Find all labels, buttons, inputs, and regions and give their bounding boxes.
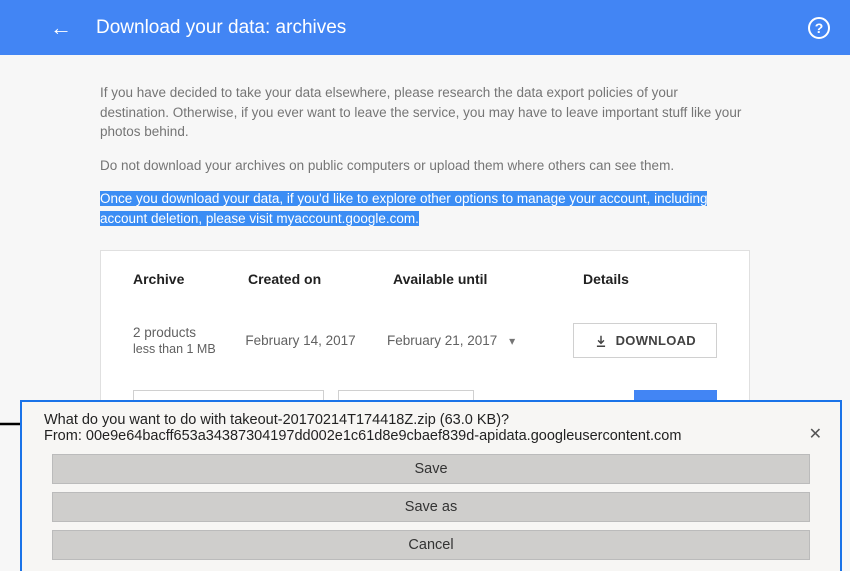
save-button[interactable]: Save (52, 454, 810, 484)
header-bar: ← Download your data: archives ? (0, 0, 850, 55)
intro-paragraph-3: Once you download your data, if you'd li… (100, 189, 750, 228)
content-area: If you have decided to take your data el… (0, 55, 850, 426)
close-icon[interactable]: ✕ (809, 424, 822, 444)
cancel-button[interactable]: Cancel (52, 530, 810, 560)
col-header-archive: Archive (133, 271, 248, 287)
save-as-button[interactable]: Save as (52, 492, 810, 522)
highlighted-text: Once you download your data, if you'd li… (100, 191, 707, 226)
table-row: 2 products less than 1 MB February 14, 2… (133, 323, 717, 358)
cell-created: February 14, 2017 (245, 333, 387, 348)
chevron-down-icon[interactable]: ▾ (509, 334, 515, 348)
cell-available[interactable]: February 21, 2017 ▾ (387, 333, 573, 348)
download-label: DOWNLOAD (616, 333, 696, 348)
table-header-row: Archive Created on Available until Detai… (133, 271, 717, 305)
archives-table: Archive Created on Available until Detai… (133, 271, 717, 358)
col-header-details: Details (583, 271, 717, 287)
download-button[interactable]: DOWNLOAD (573, 323, 717, 358)
intro-paragraph-1: If you have decided to take your data el… (100, 83, 750, 142)
back-arrow-icon[interactable]: ← (50, 15, 72, 41)
intro-paragraph-2: Do not download your archives on public … (100, 156, 750, 176)
col-header-available: Available until (393, 271, 583, 287)
archive-products: 2 products (133, 325, 245, 340)
help-icon[interactable]: ? (808, 17, 830, 39)
download-dialog: ✕ What do you want to do with takeout-20… (20, 400, 842, 571)
cell-details: DOWNLOAD (573, 323, 717, 358)
page-title: Download your data: archives (96, 17, 808, 39)
download-icon (594, 334, 608, 348)
available-date: February 21, 2017 (387, 333, 497, 348)
archive-size: less than 1 MB (133, 342, 245, 356)
col-header-created: Created on (248, 271, 393, 287)
cell-archive: 2 products less than 1 MB (133, 325, 245, 356)
dialog-from: From: 00e9e64bacff653a34387304197dd002e1… (44, 428, 818, 444)
dialog-question: What do you want to do with takeout-2017… (44, 412, 818, 428)
